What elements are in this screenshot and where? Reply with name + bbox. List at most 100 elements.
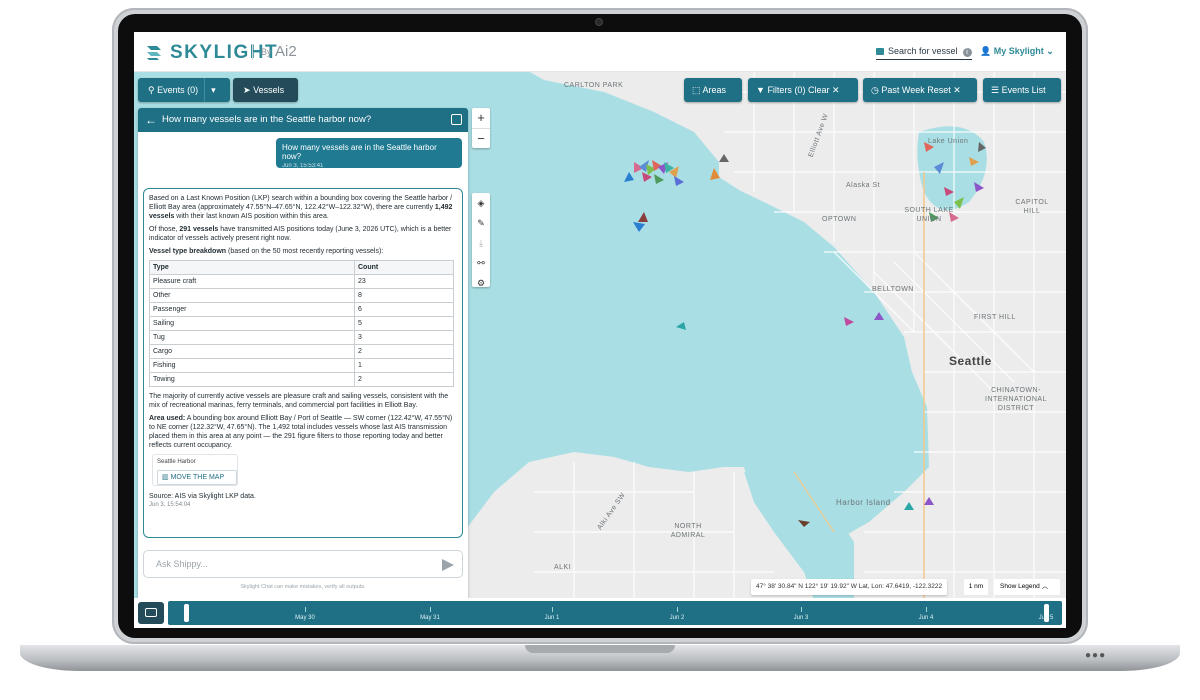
map-label-capitol-hill: CAPITOL HILL [1015,199,1049,215]
map-label-north-admiral: NORTH ADMIRAL [670,523,706,539]
map-label-optown: OPTOWN [822,216,857,223]
map-label-south-lake-union: SOUTH LAKE UNION [904,207,954,223]
layers-icon[interactable]: ◈ [472,193,490,213]
show-legend-button[interactable]: Show Legend ︿ [994,579,1060,595]
timeline-start-handle[interactable] [184,604,189,622]
area-used-paragraph: Area used: A bounding box around Elliott… [149,415,453,449]
external-link-icon[interactable] [451,114,462,125]
download-icon[interactable]: ⤓ [472,233,490,253]
timeline-label: May 31 [420,615,440,621]
time-range-button[interactable]: ◷ Past Week Reset ✕ [863,78,977,102]
map-icon: ▥ [162,474,169,481]
laptop-notch [525,645,675,653]
brand-by: By [261,47,272,57]
scale-bar: 1 nm [964,579,988,595]
logo-divider [252,44,253,60]
chat-toggle-button[interactable] [138,602,164,624]
search-vessel-button[interactable]: Search for vessel i [876,46,972,60]
answer-source: Source: AIS via Skylight LKP data. [149,493,256,500]
user-menu[interactable]: 👤 My Skylight ⌄ [980,46,1054,57]
chat-input[interactable]: Ask Shippy... [143,550,463,578]
time-range-label: Past Week [881,85,925,95]
close-icon[interactable]: ✕ [832,85,840,95]
map-label-harbor-island: Harbor Island [836,498,891,507]
area-card-title: Seattle Harbor [157,459,196,465]
ship-icon [876,48,884,55]
events-dropdown[interactable]: ⚲ Events (0) ▾ [138,78,230,102]
vessel-type-table: Type Count Pleasure craft 23 Other 8 Passen… [149,260,454,387]
time-reset-button[interactable]: Reset [927,85,951,95]
answer-paragraph-2: Of those, 291 vessels have transmitted A… [149,226,452,242]
square-dashed-icon: ⬚ [692,85,701,95]
vessels-label: Vessels [253,85,285,95]
user-message-text: How many vessels are in the Seattle harb… [282,143,437,161]
table-row: Pleasure craft 23 [149,274,454,289]
pin-icon: ⚲ [148,85,155,95]
coordinate-readout: 47° 38' 30.84" N 122° 19' 19.92" W Lat, … [751,579,948,595]
navigation-arrow-icon: ➤ [243,85,251,95]
gear-icon[interactable]: ⚙ [472,273,490,293]
app-screen: SKYLIGHT By Ai2 Search for vessel i 👤 My … [134,32,1066,628]
chevron-down-icon: ⌄ [1046,46,1054,56]
map-label-alaska-st: Alaska St [846,182,881,189]
vessels-button[interactable]: ➤ Vessels [233,78,298,102]
table-row: Other 8 [149,288,454,303]
zoom-out-button[interactable]: − [472,128,490,148]
map-label-first-hill: FIRST HILL [974,314,1016,321]
map-label-carlton-park: CARLTON PARK [564,82,624,89]
map-label-alki: ALKI [554,564,572,571]
table-row: Sailing 5 [149,316,454,331]
chat-input-placeholder: Ask Shippy... [156,559,208,569]
user-menu-label: My Skylight [993,46,1044,56]
user-message-timestamp: Jun 3, 15:53:41 [282,163,324,169]
info-icon[interactable]: i [962,48,972,57]
zoom-in-button[interactable]: + [472,108,490,128]
close-icon[interactable]: ✕ [953,85,961,95]
camera-icon [595,18,603,26]
map-label-lake-union: Lake Union [928,138,969,145]
filters-label: Filters (0) [767,85,806,95]
timeline-label: Jun 5 [1038,615,1054,621]
list-icon: ☰ [991,85,1000,95]
zoom-control: + − [472,108,490,148]
filters-button[interactable]: ▼ Filters (0) Clear ✕ [748,78,858,102]
send-icon[interactable] [442,559,454,571]
areas-label: Areas [702,85,727,95]
timeline-label: Jun 2 [669,615,685,621]
table-row: Cargo 2 [149,344,454,359]
filters-clear-button[interactable]: Clear [808,85,830,95]
top-bar: SKYLIGHT By Ai2 Search for vessel i 👤 My … [134,32,1066,72]
breakdown-heading: Vessel type breakdown (based on the 50 m… [149,248,384,255]
move-the-map-button[interactable]: ▥ MOVE THE MAP [157,470,237,485]
table-row: Towing 2 [149,372,454,387]
user-message: How many vessels are in the Seattle harb… [276,138,462,169]
answer-paragraph-1: Based on a Last Known Position (LKP) sea… [149,195,453,220]
answer-timestamp: Jun 3, 15:54:04 [149,502,191,508]
answer-paragraph-3: The majority of currently active vessels… [149,393,449,409]
back-arrow-icon[interactable]: ← [145,108,157,132]
chevron-down-icon[interactable]: ▾ [211,85,216,95]
events-list-label: Events List [1001,85,1046,95]
assistant-answer: Based on a Last Known Position (LKP) sea… [143,188,463,538]
chat-disclaimer: Skylight Chat can make mistakes, verify … [240,584,366,590]
table-row: Fishing 1 [149,358,454,373]
areas-button[interactable]: ⬚ Areas [684,78,742,102]
partner-logo: Ai2 [275,43,297,60]
area-card: Seattle Harbor ▥ MOVE THE MAP [152,454,238,486]
chat-header: ← How many vessels are in the Seattle ha… [138,108,468,132]
ruler-icon[interactable]: ✎ [472,213,490,233]
table-row: Passenger 6 [149,302,454,317]
timeline-label: Jun 3 [793,615,809,621]
chat-title: How many vessels are in the Seattle harb… [162,114,372,125]
map-tools: ◈ ✎ ⤓ ⚯ ⚙ [472,193,490,288]
indicator-lights: ●●● [1085,650,1107,661]
table-header-row: Type Count [149,260,454,275]
chat-panel: ← How many vessels are in the Seattle ha… [138,108,468,623]
map-view[interactable]: CARLTON PARK Seattle BELLTOWN FIRST HILL… [134,72,1066,628]
network-icon[interactable]: ⚯ [472,253,490,273]
events-list-button[interactable]: ☰ Events List [983,78,1061,102]
search-vessel-label: Search for vessel [888,46,958,56]
timeline-slider[interactable]: May 30 May 31 Jun 1 Jun 2 Jun 3 Jun 4 Ju… [168,601,1062,625]
events-label: Events (0) [157,85,199,95]
chat-bubble-icon [145,608,157,617]
